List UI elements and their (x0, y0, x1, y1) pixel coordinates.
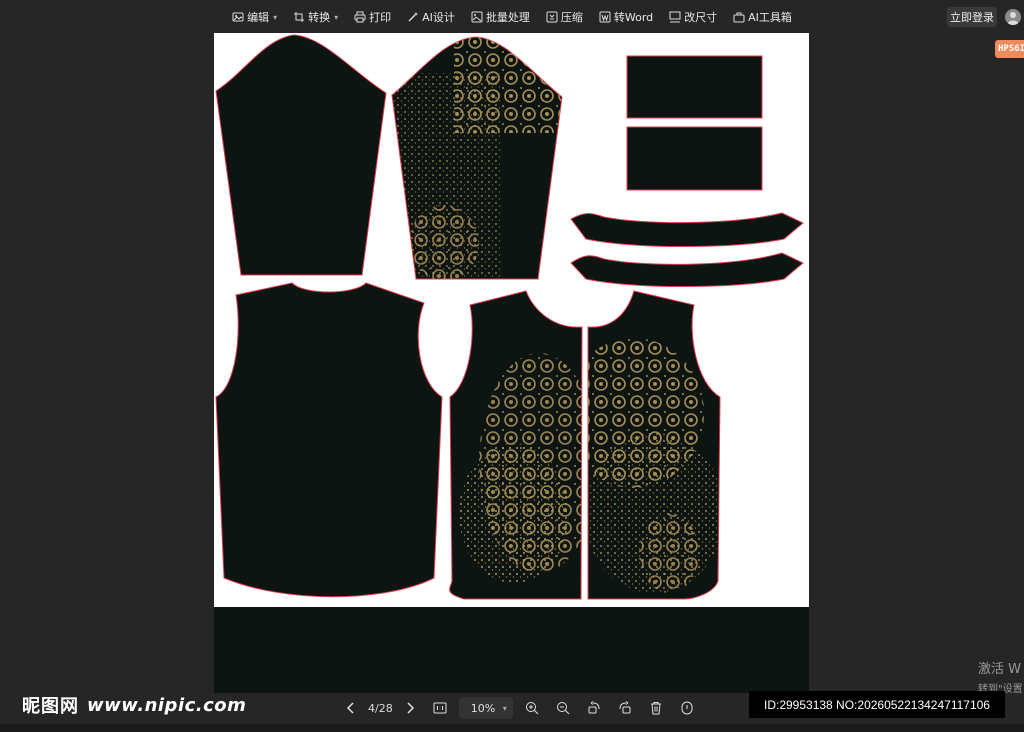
trash-icon (650, 702, 661, 715)
nipic-site-name: 昵图网 (22, 696, 79, 717)
document-canvas (214, 33, 809, 693)
zoom-select[interactable]: 10% ▾ (458, 697, 513, 719)
info-icon (681, 701, 693, 715)
waistband-strip-top (570, 212, 804, 247)
ai-toolbox-icon (733, 12, 745, 23)
rotate-left-icon (588, 701, 600, 714)
collar-piece-top (626, 55, 763, 119)
waistband-strip-bottom (570, 252, 804, 287)
to-word-icon (599, 11, 611, 23)
batch-process-icon (471, 11, 483, 23)
nipic-site-url: www.nipic.com (87, 694, 247, 716)
toolbar-batch-button[interactable]: 批量处理 (471, 9, 530, 25)
delete-button[interactable] (645, 697, 667, 719)
zoom-in-icon (525, 702, 539, 715)
printer-icon (354, 11, 366, 23)
rotate-left-button[interactable] (583, 697, 605, 719)
zoom-out-icon (556, 702, 570, 715)
toolbar-items: 编辑 ▾ 转换 ▾ 打印 AI设计 批量处理 压缩 转Word 改尺寸 AI工具… (232, 9, 792, 25)
top-toolbar: 编辑 ▾ 转换 ▾ 打印 AI设计 批量处理 压缩 转Word 改尺寸 AI工具… (0, 0, 1024, 34)
edit-image-icon (232, 12, 244, 22)
bottom-toolbar: 4/28 10% ▾ (340, 696, 698, 720)
toolbar-print-label: 打印 (369, 11, 392, 24)
collar-piece-bottom (626, 126, 763, 191)
zoom-out-button[interactable] (552, 697, 574, 719)
toolbar-ai-design-label: AI设计 (422, 11, 455, 24)
chevron-left-icon (346, 702, 354, 714)
toolbar-ai-design-button[interactable]: AI设计 (407, 9, 455, 25)
previous-page-button[interactable] (340, 697, 362, 719)
chevron-right-icon (407, 702, 414, 714)
page-indicator: 4/28 (368, 701, 393, 715)
chevron-down-icon: ▾ (334, 12, 339, 22)
image-id-label: ID:29953138 NO:20260522134247117106 (749, 691, 1005, 718)
next-page-button[interactable] (399, 697, 421, 719)
activation-title: 激活 W (978, 662, 1021, 677)
chevron-down-icon: ▾ (273, 12, 278, 22)
actual-size-icon (433, 702, 447, 714)
crop-convert-icon (294, 12, 305, 22)
toolbar-to-word-button[interactable]: 转Word (599, 9, 653, 25)
toolbar-edit-label: 编辑 (247, 11, 270, 24)
rotate-right-button[interactable] (614, 697, 636, 719)
toolbar-compress-button[interactable]: 压缩 (546, 9, 583, 25)
toolbar-convert-button[interactable]: 转换 ▾ (293, 9, 338, 25)
user-avatar-icon[interactable] (1005, 9, 1021, 25)
toolbar-ai-toolbox-button[interactable]: AI工具箱 (733, 9, 792, 25)
toolbar-batch-label: 批量处理 (485, 11, 530, 24)
toolbar-resize-button[interactable]: 改尺寸 (669, 9, 717, 25)
left-sleeve-piece (215, 34, 387, 276)
rotate-right-icon (619, 701, 631, 714)
back-bodice-piece (215, 282, 443, 598)
os-taskbar (0, 724, 1024, 732)
ps-badge[interactable]: HPS6IB (995, 40, 1024, 58)
actual-size-button[interactable] (429, 697, 451, 719)
zoom-value: 10% (470, 701, 496, 715)
garment-pattern-drawing (215, 34, 804, 600)
login-button[interactable]: 立即登录 (947, 7, 997, 27)
chevron-down-icon: ▾ (502, 703, 507, 713)
info-button[interactable] (676, 697, 698, 719)
toolbar-to-word-label: 转Word (613, 11, 654, 24)
toolbar-resize-label: 改尺寸 (684, 11, 718, 24)
pattern-sheet (214, 33, 809, 607)
toolbar-convert-label: 转换 (308, 11, 331, 24)
nipic-watermark: 昵图网 www.nipic.com (22, 694, 247, 718)
ai-design-icon (408, 12, 419, 22)
compress-icon (546, 11, 558, 23)
windows-activation-notice: 激活 W 转到"设置 (978, 658, 1024, 695)
toolbar-compress-label: 压缩 (560, 11, 583, 24)
toolbar-edit-button[interactable]: 编辑 ▾ (232, 9, 277, 25)
toolbar-ai-toolbox-label: AI工具箱 (748, 11, 792, 24)
toolbar-print-button[interactable]: 打印 (354, 9, 391, 25)
zoom-in-button[interactable] (521, 697, 543, 719)
resize-icon (669, 11, 681, 23)
